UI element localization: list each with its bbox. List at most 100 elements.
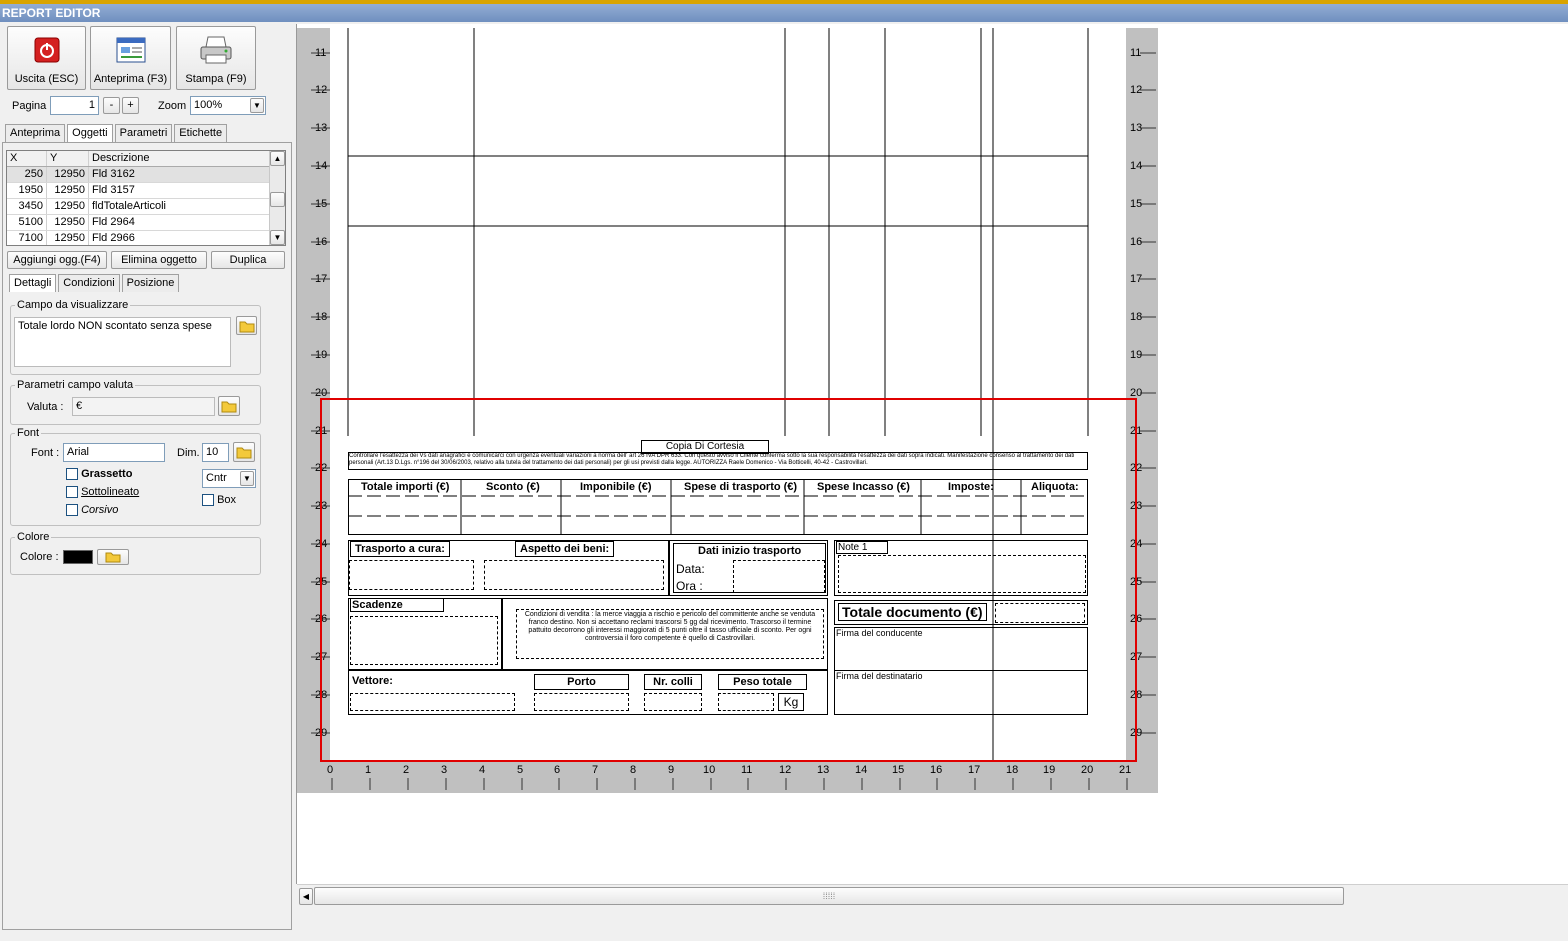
kg-label[interactable]: Kg: [778, 693, 804, 711]
due-field[interactable]: [350, 616, 498, 665]
table-row[interactable]: 3450 12950 fldTotaleArticoli: [7, 199, 285, 215]
scroll-down-icon[interactable]: ▼: [270, 230, 285, 245]
font-input[interactable]: Arial: [63, 443, 165, 462]
date-time-field[interactable]: [733, 560, 825, 593]
port-field[interactable]: [534, 693, 629, 711]
dim-input[interactable]: 10: [202, 443, 229, 462]
total-amounts-header[interactable]: Totale importi (€): [361, 481, 449, 493]
table-row[interactable]: 1950 12950 Fld 3157: [7, 183, 285, 199]
table-row[interactable]: 250 12950 Fld 3162: [7, 167, 285, 183]
align-select[interactable]: Cntr ▼: [202, 469, 256, 488]
add-object-button[interactable]: Aggiungi ogg.(F4): [7, 251, 107, 269]
recipient-sign-label[interactable]: Firma del destinatario: [836, 671, 923, 681]
dim-label: Dim.: [177, 447, 200, 459]
bold-checkbox[interactable]: [66, 468, 78, 481]
collection-header[interactable]: Spese Incasso (€): [817, 481, 910, 493]
cell-description: Fld 2966: [89, 231, 271, 245]
bold-option[interactable]: Grassetto: [66, 468, 132, 481]
folder-icon: [239, 321, 254, 333]
rate-header[interactable]: Aliquota:: [1031, 481, 1079, 493]
box-option[interactable]: Box: [202, 494, 237, 507]
exit-button[interactable]: Uscita (ESC): [7, 26, 86, 90]
carrier-field[interactable]: [350, 693, 515, 711]
carrier-label[interactable]: Vettore:: [352, 675, 393, 687]
cell-description: Fld 3157: [89, 183, 271, 198]
scroll-up-icon[interactable]: ▲: [270, 151, 285, 166]
tab-details[interactable]: Dettagli: [9, 274, 57, 292]
currency-browse-button[interactable]: [218, 396, 240, 416]
transport-start-label[interactable]: Dati inizio trasporto: [698, 545, 801, 557]
conditions-divider: [501, 598, 503, 670]
font-browse-button[interactable]: [233, 442, 255, 462]
tab-conditions[interactable]: Condizioni: [58, 274, 120, 292]
color-browse-button[interactable]: [97, 549, 129, 565]
tab-parameters[interactable]: Parametri: [114, 124, 173, 142]
driver-sign-label[interactable]: Firma del conducente: [836, 628, 923, 638]
aspect-field[interactable]: [484, 560, 664, 590]
chevron-down-icon[interactable]: ▼: [250, 98, 264, 113]
page-plus-button[interactable]: +: [122, 97, 139, 114]
page-input[interactable]: 1: [50, 96, 99, 115]
field-textarea[interactable]: Totale lordo NON scontato senza spese: [14, 317, 231, 367]
currency-legend: Parametri campo valuta: [17, 379, 134, 391]
privacy-notice[interactable]: Controllare l'esattezza dei Vs dati anag…: [348, 452, 1088, 470]
scroll-left-icon[interactable]: ◀: [299, 888, 313, 905]
date-label[interactable]: Data:: [676, 562, 705, 576]
chevron-down-icon[interactable]: ▼: [240, 471, 254, 486]
tab-objects[interactable]: Oggetti: [67, 124, 113, 142]
discount-header[interactable]: Sconto (€): [486, 481, 540, 493]
box-label: Box: [217, 494, 237, 506]
preview-button[interactable]: Anteprima (F3): [90, 26, 171, 90]
color-label: Colore :: [20, 551, 59, 563]
page-minus-button[interactable]: -: [103, 97, 120, 114]
underline-checkbox[interactable]: [66, 486, 78, 499]
horizontal-scrollbar[interactable]: ◀ ⁞⁞⁞⁞⁞: [297, 884, 1568, 906]
delete-object-button[interactable]: Elimina oggetto: [111, 251, 207, 269]
packages-field[interactable]: [644, 693, 702, 711]
color-swatch[interactable]: [63, 550, 93, 564]
font-legend: Font: [17, 427, 40, 439]
italic-checkbox[interactable]: [66, 504, 78, 517]
taxable-header[interactable]: Imponibile (€): [580, 481, 652, 493]
transport-label[interactable]: Trasporto a cura:: [350, 541, 450, 557]
scroll-thumb[interactable]: [270, 192, 285, 207]
scroll-thumb[interactable]: ⁞⁞⁞⁞⁞: [314, 887, 1344, 905]
tab-preview[interactable]: Anteprima: [5, 124, 66, 142]
tab-labels[interactable]: Etichette: [174, 124, 228, 142]
time-label[interactable]: Ora :: [676, 579, 703, 593]
cell-x: 7100: [7, 231, 47, 245]
currency-input[interactable]: €: [72, 397, 215, 416]
header-y[interactable]: Y: [47, 151, 89, 166]
packages-label[interactable]: Nr. colli: [644, 674, 702, 690]
cell-y: 12950: [47, 167, 89, 182]
total-document-field[interactable]: [995, 603, 1085, 623]
duplicate-button[interactable]: Duplica: [211, 251, 285, 269]
weight-field[interactable]: [718, 693, 774, 711]
folder-icon: [236, 447, 252, 459]
sales-conditions[interactable]: Condizioni di vendita : la merce viaggia…: [516, 609, 824, 659]
header-description[interactable]: Descrizione: [89, 151, 271, 166]
objects-table: X Y Descrizione 250 12950 Fld 3162 1950 …: [6, 150, 286, 246]
zoom-select[interactable]: 100% ▼: [190, 96, 266, 115]
table-row[interactable]: 7100 12950 Fld 2966: [7, 231, 285, 245]
notes-field[interactable]: [838, 555, 1086, 593]
table-row[interactable]: 5100 12950 Fld 2964: [7, 215, 285, 231]
underline-option[interactable]: Sottolineato: [66, 486, 139, 499]
box-checkbox[interactable]: [202, 494, 214, 507]
total-document-label[interactable]: Totale documento (€): [838, 603, 987, 621]
tab-position[interactable]: Posizione: [121, 274, 180, 292]
aspect-label[interactable]: Aspetto dei beni:: [515, 541, 615, 557]
table-scrollbar[interactable]: ▲ ▼: [269, 151, 285, 245]
header-x[interactable]: X: [7, 151, 47, 166]
print-button[interactable]: Stampa (F9): [176, 26, 256, 90]
due-label[interactable]: Scadenze: [350, 598, 444, 612]
weight-label[interactable]: Peso totale: [718, 674, 807, 690]
transport-field[interactable]: [349, 560, 474, 590]
detail-tabs: Dettagli Condizioni Posizione: [9, 274, 180, 292]
shipping-header[interactable]: Spese di trasporto (€): [684, 481, 797, 493]
field-browse-button[interactable]: [236, 316, 257, 335]
taxes-header[interactable]: Imposte:: [948, 481, 994, 493]
italic-option[interactable]: Corsivo: [66, 504, 118, 517]
notes-label[interactable]: Note 1: [836, 541, 889, 554]
port-label[interactable]: Porto: [534, 674, 629, 690]
